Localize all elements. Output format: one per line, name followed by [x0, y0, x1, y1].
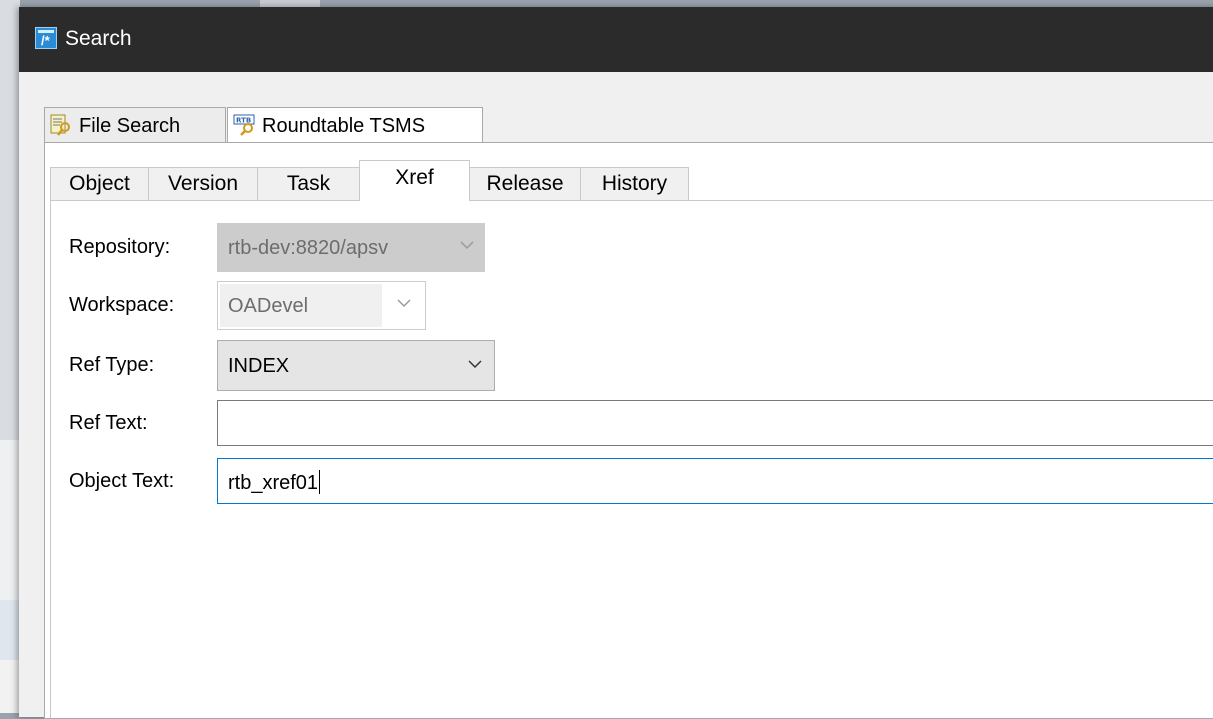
tab-version[interactable]: Version — [148, 167, 258, 200]
workspace-value: OADevel — [228, 295, 309, 317]
tab-history[interactable]: History — [580, 167, 689, 200]
workspace-label: Workspace: — [69, 294, 175, 316]
tab-file-search-label: File Search — [79, 115, 181, 137]
window-title: Search — [65, 27, 132, 50]
file-search-icon — [50, 114, 70, 136]
tab-file-search[interactable]: File Search — [44, 107, 226, 143]
object-text-input[interactable]: rtb_xref01 — [217, 458, 1213, 504]
object-text-value: rtb_xref01 — [228, 472, 319, 494]
rtb-icon: RTB — [233, 114, 255, 136]
title-bar[interactable]: /* Search — [19, 7, 1213, 72]
text-cursor — [319, 470, 321, 494]
chevron-down-icon — [397, 299, 411, 308]
search-type-tabs: File Search RTB Roundtable TSMS — [44, 107, 1213, 144]
object-text-value-wrap: rtb_xref01 — [228, 470, 321, 495]
object-text-label: Object Text: — [69, 470, 175, 492]
search-dialog-icon: /* — [35, 27, 57, 49]
repository-value: rtb-dev:8820/apsv — [228, 237, 389, 259]
repository-combo: rtb-dev:8820/apsv — [217, 223, 485, 272]
workspace-combo: OADevel — [217, 281, 426, 330]
ref-type-label: Ref Type: — [69, 354, 155, 376]
ref-type-select[interactable]: INDEX — [217, 340, 495, 391]
chevron-down-icon[interactable] — [466, 353, 484, 375]
tab-object[interactable]: Object — [50, 167, 149, 200]
tab-roundtable-tsms[interactable]: RTB Roundtable TSMS — [227, 107, 483, 144]
roundtable-panel: Object Version Task Xref Release History… — [44, 142, 1213, 719]
repository-label: Repository: — [69, 236, 171, 258]
tab-roundtable-tsms-label: Roundtable TSMS — [262, 115, 426, 137]
ref-text-label: Ref Text: — [69, 412, 148, 434]
tab-release[interactable]: Release — [469, 167, 581, 200]
ref-text-input[interactable] — [217, 400, 1213, 446]
rtb-search-tabs: Object Version Task Xref Release History — [50, 160, 1213, 201]
ref-type-value: INDEX — [228, 355, 290, 377]
xref-search-form: Repository: rtb-dev:8820/apsv Workspace:… — [50, 201, 1213, 718]
tab-xref[interactable]: Xref — [359, 160, 470, 201]
tab-task[interactable]: Task — [257, 167, 360, 200]
search-dialog: /* Search File Search RTB Roundtable TSM… — [19, 7, 1213, 719]
background-window-edge — [0, 0, 20, 713]
chevron-down-icon — [460, 241, 474, 250]
